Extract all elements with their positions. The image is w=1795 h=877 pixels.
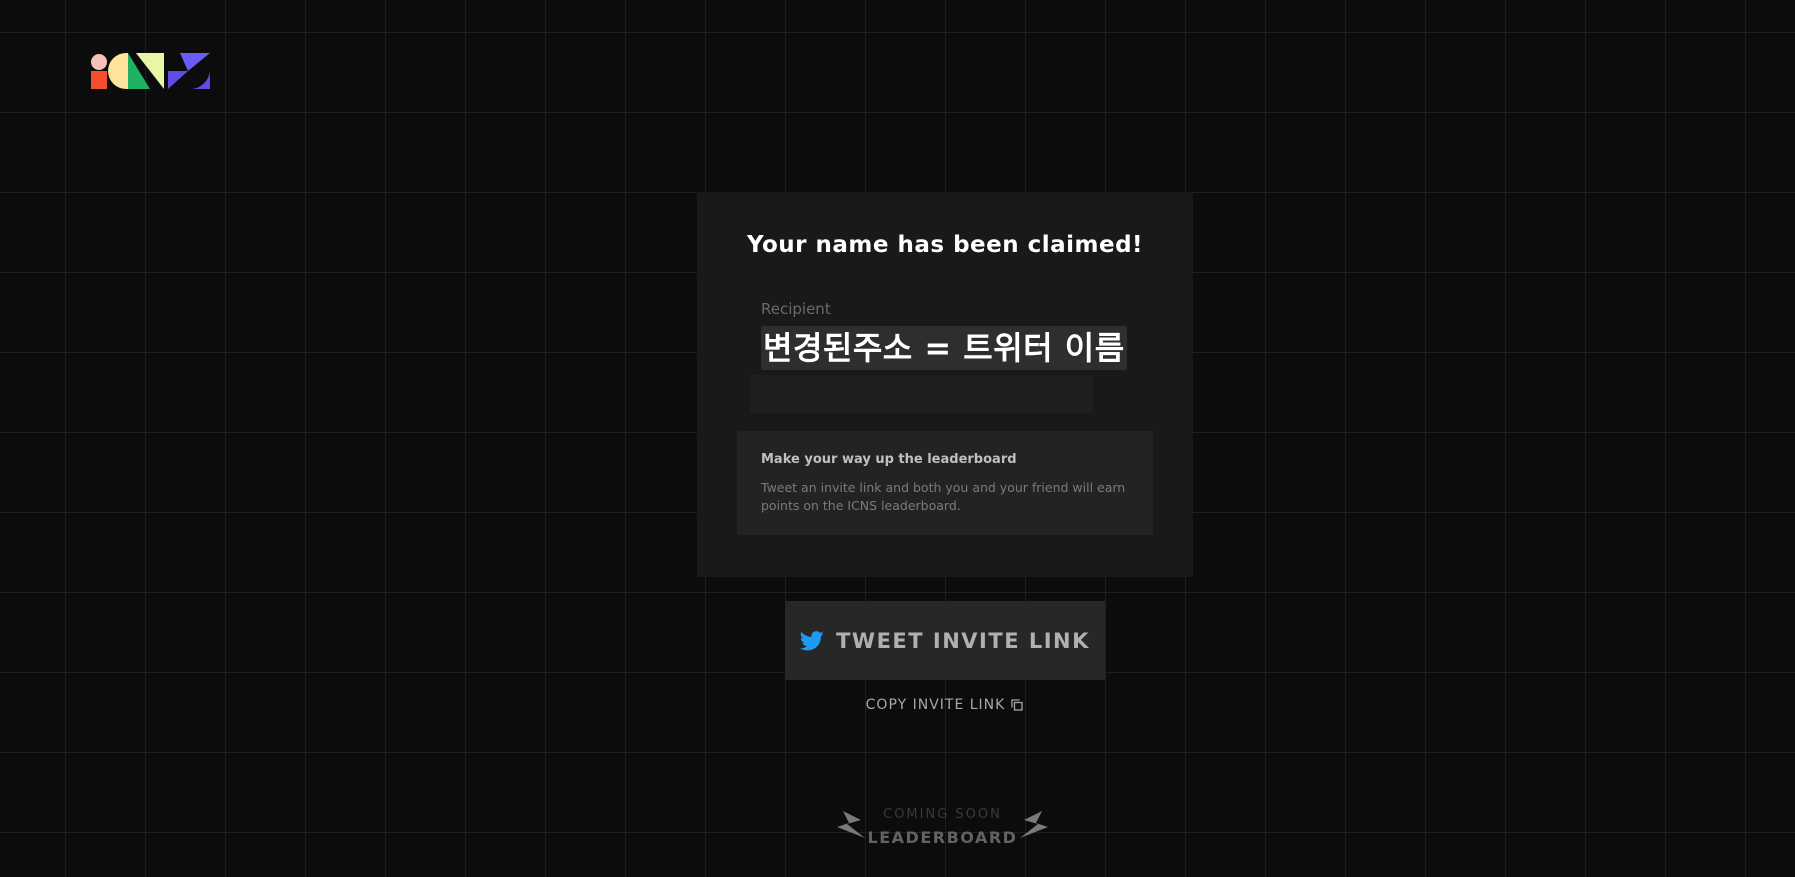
- copy-invite-link-row: COPY INVITE LINK: [0, 697, 1795, 713]
- leaderboard-coming-soon: COMING SOON LEADERBOARD: [830, 800, 1055, 852]
- copy-icon: [1011, 699, 1023, 711]
- copy-invite-link-label: COPY INVITE LINK: [865, 697, 1006, 713]
- page-title: Your name has been claimed!: [746, 232, 1144, 258]
- twitter-icon: [799, 630, 824, 651]
- info-description: Tweet an invite link and both you and yo…: [761, 480, 1126, 513]
- copy-invite-link-button[interactable]: COPY INVITE LINK: [866, 697, 1024, 713]
- recipient-value: 변경된주소 = 트위터 이름: [763, 329, 1125, 367]
- claim-card: Your name has been claimed! Recipient 변경…: [697, 192, 1193, 577]
- tweet-invite-link-button[interactable]: TWEET INVITE LINK: [785, 601, 1105, 680]
- tweet-invite-link-label: TWEET INVITE LINK: [836, 628, 1090, 653]
- recipient-placeholder-bar: [750, 375, 1093, 413]
- icns-logo-icon: [91, 53, 210, 90]
- recipient-label: Recipient: [761, 300, 831, 318]
- icns-logo[interactable]: [90, 52, 212, 90]
- lightning-bolt-icon: [1018, 810, 1050, 840]
- leaderboard-info-box: Make your way up the leaderboard Tweet a…: [737, 431, 1153, 535]
- info-title: Make your way up the leaderboard: [761, 452, 1017, 467]
